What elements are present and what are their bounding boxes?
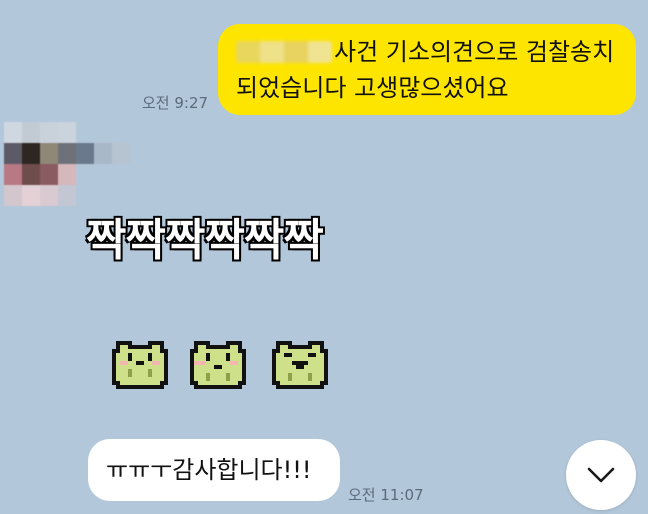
- incoming-message-text: ㅠㅠㅜ감사합니다!!!: [106, 456, 312, 484]
- frog-icon: [272, 341, 328, 389]
- redacted-name: [236, 41, 332, 63]
- frog-icon: [112, 341, 168, 389]
- chevron-down-icon: [587, 467, 615, 483]
- outgoing-message-line-2: 되었습니다 고생많으셨어요: [236, 74, 509, 102]
- chat-area: 사건 기소의견으로 검찰송치 되었습니다 고생많으셨어요 오전 9:27 짝짝짝…: [0, 0, 648, 514]
- sticker-clap-text: 짝짝짝짝짝짝: [85, 214, 325, 267]
- outgoing-message-bubble[interactable]: 사건 기소의견으로 검찰송치 되었습니다 고생많으셨어요: [218, 24, 636, 115]
- scroll-to-bottom-button[interactable]: [566, 440, 636, 510]
- outgoing-message-line-1: 사건 기소의견으로 검찰송치: [236, 34, 618, 70]
- frog-icon: [190, 341, 246, 389]
- outgoing-message-time: 오전 9:27: [142, 94, 209, 112]
- incoming-message-bubble[interactable]: ㅠㅠㅜ감사합니다!!!: [88, 439, 340, 501]
- incoming-message-time: 오전 11:07: [348, 486, 424, 504]
- sender-avatar[interactable]: [4, 122, 148, 206]
